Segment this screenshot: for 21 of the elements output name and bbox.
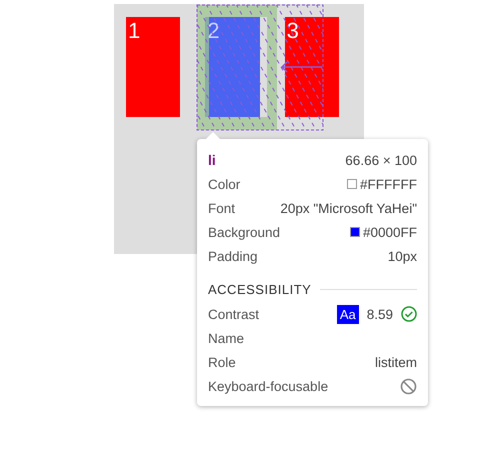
property-value: listitem bbox=[374, 354, 417, 370]
item-number: 1 bbox=[128, 18, 140, 43]
section-title: ACCESSIBILITY bbox=[208, 282, 312, 296]
property-name: Contrast bbox=[208, 306, 260, 322]
item-number: 2 bbox=[207, 18, 220, 43]
property-name: Background bbox=[208, 224, 280, 240]
item-number: 3 bbox=[286, 18, 299, 43]
property-name: Padding bbox=[208, 248, 258, 264]
property-name: Role bbox=[208, 354, 236, 370]
property-name: Font bbox=[208, 200, 236, 216]
element-size: 66.66 × 100 bbox=[345, 152, 417, 168]
property-value: #0000FF bbox=[362, 224, 417, 240]
property-value: #FFFFFF bbox=[360, 176, 417, 192]
contrast-ratio: 8.59 bbox=[366, 306, 393, 322]
contrast-sample: Aa bbox=[336, 304, 359, 324]
property-value: 20px "Microsoft YaHei" bbox=[280, 200, 417, 216]
property-value: 10px bbox=[388, 248, 417, 264]
element-tag: li bbox=[208, 152, 216, 168]
property-name: Name bbox=[208, 330, 244, 346]
property-name: Keyboard-focusable bbox=[208, 378, 328, 394]
property-name: Color bbox=[208, 176, 240, 192]
